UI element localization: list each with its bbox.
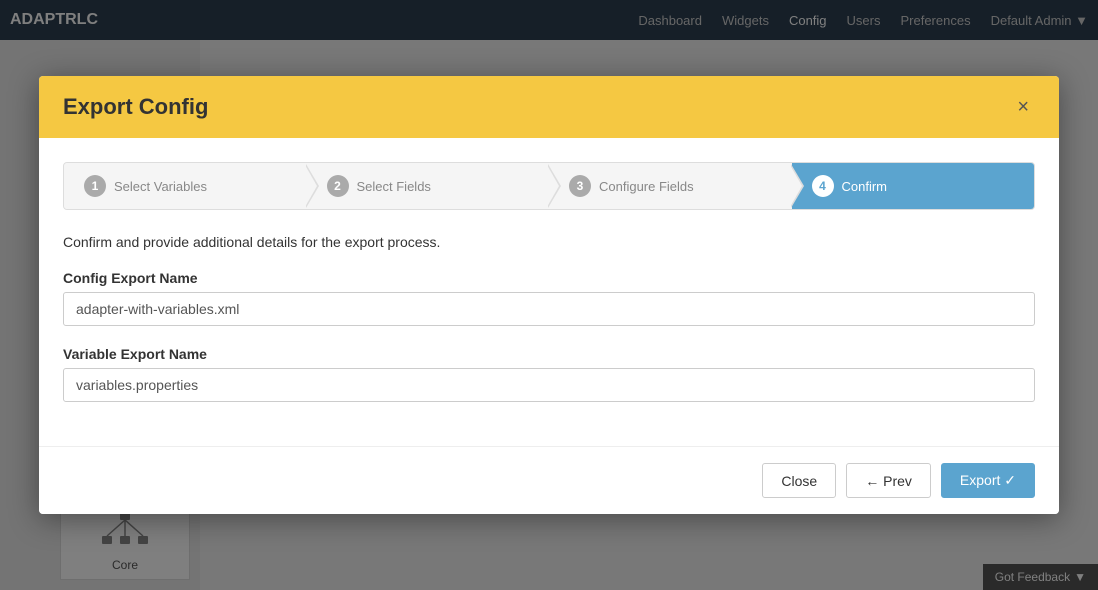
step-2-select-fields[interactable]: 2 Select Fields xyxy=(307,163,550,209)
confirm-description: Confirm and provide additional details f… xyxy=(63,234,1035,250)
modal-title: Export Config xyxy=(63,94,208,120)
variable-export-name-input[interactable] xyxy=(63,368,1035,402)
step-4-number: 4 xyxy=(812,175,834,197)
step-3-configure-fields[interactable]: 3 Configure Fields xyxy=(549,163,792,209)
modal-close-button[interactable]: × xyxy=(1011,95,1035,119)
prev-button[interactable]: ← Prev xyxy=(846,463,931,498)
config-export-name-input[interactable] xyxy=(63,292,1035,326)
step-3-number: 3 xyxy=(569,175,591,197)
variable-export-name-label: Variable Export Name xyxy=(63,346,1035,362)
step-3-label: Configure Fields xyxy=(599,179,694,194)
close-button[interactable]: Close xyxy=(762,463,836,498)
step-1-select-variables[interactable]: 1 Select Variables xyxy=(64,163,307,209)
config-export-name-label: Config Export Name xyxy=(63,270,1035,286)
step-4-confirm[interactable]: 4 Confirm xyxy=(792,163,1035,209)
stepper: 1 Select Variables 2 Select Fields 3 Con… xyxy=(63,162,1035,210)
step-2-label: Select Fields xyxy=(357,179,431,194)
step-2-number: 2 xyxy=(327,175,349,197)
modal-header: Export Config × xyxy=(39,76,1059,138)
step-1-number: 1 xyxy=(84,175,106,197)
config-export-name-group: Config Export Name xyxy=(63,270,1035,326)
variable-export-name-group: Variable Export Name xyxy=(63,346,1035,402)
export-config-modal: Export Config × 1 Select Variables 2 Sel… xyxy=(39,76,1059,514)
export-button[interactable]: Export ✓ xyxy=(941,463,1035,498)
modal-body: 1 Select Variables 2 Select Fields 3 Con… xyxy=(39,138,1059,446)
modal-overlay: Export Config × 1 Select Variables 2 Sel… xyxy=(0,0,1098,590)
modal-footer: Close ← Prev Export ✓ xyxy=(39,446,1059,514)
step-1-label: Select Variables xyxy=(114,179,207,194)
step-4-label: Confirm xyxy=(842,179,888,194)
